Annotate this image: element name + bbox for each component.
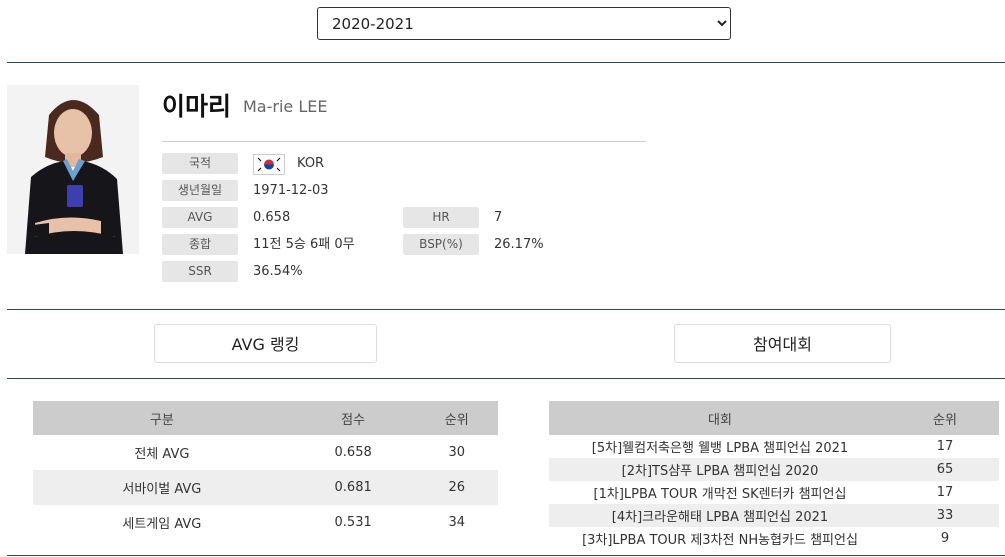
table-cell: 34 (448, 515, 466, 530)
hr-value: 7 (494, 210, 503, 225)
tournament-rank: 17 (936, 439, 954, 454)
avg-ranking-table: 구분 점수 순위 전체 AVG 0.658 30 서바이벌 AVG 0.681 … (33, 401, 498, 540)
table-cell: 0.531 (334, 515, 372, 530)
column-header: 순위 (415, 401, 498, 435)
table-cell: 세트게임 AVG (122, 517, 202, 532)
hr-label: HR (403, 207, 479, 228)
ssr-label: SSR (162, 261, 238, 282)
table-cell: 서바이벌 AVG (33, 470, 291, 505)
table-cell: 26 (415, 470, 498, 505)
column-header: 대회 (549, 401, 891, 435)
table-cell: 30 (448, 445, 466, 460)
player-photo (7, 85, 139, 254)
table-cell: 0.681 (290, 470, 416, 505)
divider (7, 555, 1005, 556)
table-header-row: 대회 순위 (549, 401, 999, 435)
avg-label: AVG (162, 207, 238, 228)
tournament-rank: 9 (940, 531, 950, 546)
record-label: 종합 (162, 234, 238, 255)
tournament-rank: 65 (891, 458, 999, 481)
table-row: 전체 AVG 0.658 30 (33, 435, 498, 470)
bsp-label: BSP(%) (403, 234, 479, 255)
tournament-name: [3차]LPBA TOUR 제3차전 NH농협카드 챔피언십 (582, 533, 858, 548)
birthdate-label: 생년월일 (162, 180, 238, 201)
divider (7, 62, 1005, 63)
tournament-name: [5차]웰컴저축은행 웰뱅 LPBA 챔피언십 2021 (591, 441, 849, 456)
season-select[interactable]: 2020-2021 (317, 7, 731, 40)
player-name-korean: 이마리 (162, 92, 232, 121)
nationality-value: KOR (297, 156, 325, 171)
nationality-label: 국적 (162, 153, 238, 174)
tournament-name: [2차]TS샴푸 LPBA 챔피언십 2020 (549, 458, 891, 481)
record-value: 11전 5승 6패 0무 (253, 237, 355, 252)
table-row[interactable]: [4차]크라운해태 LPBA 챔피언십 2021 33 (549, 504, 999, 527)
table-cell: 0.658 (334, 445, 372, 460)
tournament-rank: 33 (891, 504, 999, 527)
divider (7, 378, 1005, 379)
tournament-rank: 17 (936, 485, 954, 500)
table-row[interactable]: [5차]웰컴저축은행 웰뱅 LPBA 챔피언십 2021 17 (549, 435, 999, 458)
tournament-name: [1차]LPBA TOUR 개막전 SK렌터카 챔피언십 (593, 487, 847, 502)
column-header: 구분 (33, 401, 291, 435)
tournament-name: [4차]크라운해태 LPBA 챔피언십 2021 (549, 504, 891, 527)
table-row[interactable]: [2차]TS샴푸 LPBA 챔피언십 2020 65 (549, 458, 999, 481)
table-row[interactable]: [1차]LPBA TOUR 개막전 SK렌터카 챔피언십 17 (549, 481, 999, 504)
player-name-english: Ma-rie LEE (243, 97, 328, 116)
table-row: 세트게임 AVG 0.531 34 (33, 505, 498, 540)
avg-value: 0.658 (253, 210, 291, 225)
korea-flag-icon (253, 154, 285, 175)
table-row: 서바이벌 AVG 0.681 26 (33, 470, 498, 505)
name-underline (162, 141, 646, 142)
avg-ranking-button[interactable]: AVG 랭킹 (154, 324, 377, 363)
tournaments-button[interactable]: 참여대회 (674, 324, 891, 363)
column-header: 순위 (891, 401, 999, 435)
birthdate-value: 1971-12-03 (253, 183, 329, 198)
table-cell: 전체 AVG (134, 447, 190, 462)
bsp-value: 26.17% (494, 237, 544, 252)
tournaments-table: 대회 순위 [5차]웰컴저축은행 웰뱅 LPBA 챔피언십 2021 17 [2… (549, 401, 999, 550)
ssr-value: 36.54% (253, 264, 303, 279)
table-row[interactable]: [3차]LPBA TOUR 제3차전 NH농협카드 챔피언십 9 (549, 527, 999, 550)
table-header-row: 구분 점수 순위 (33, 401, 498, 435)
column-header: 점수 (290, 401, 416, 435)
divider (7, 309, 1005, 310)
